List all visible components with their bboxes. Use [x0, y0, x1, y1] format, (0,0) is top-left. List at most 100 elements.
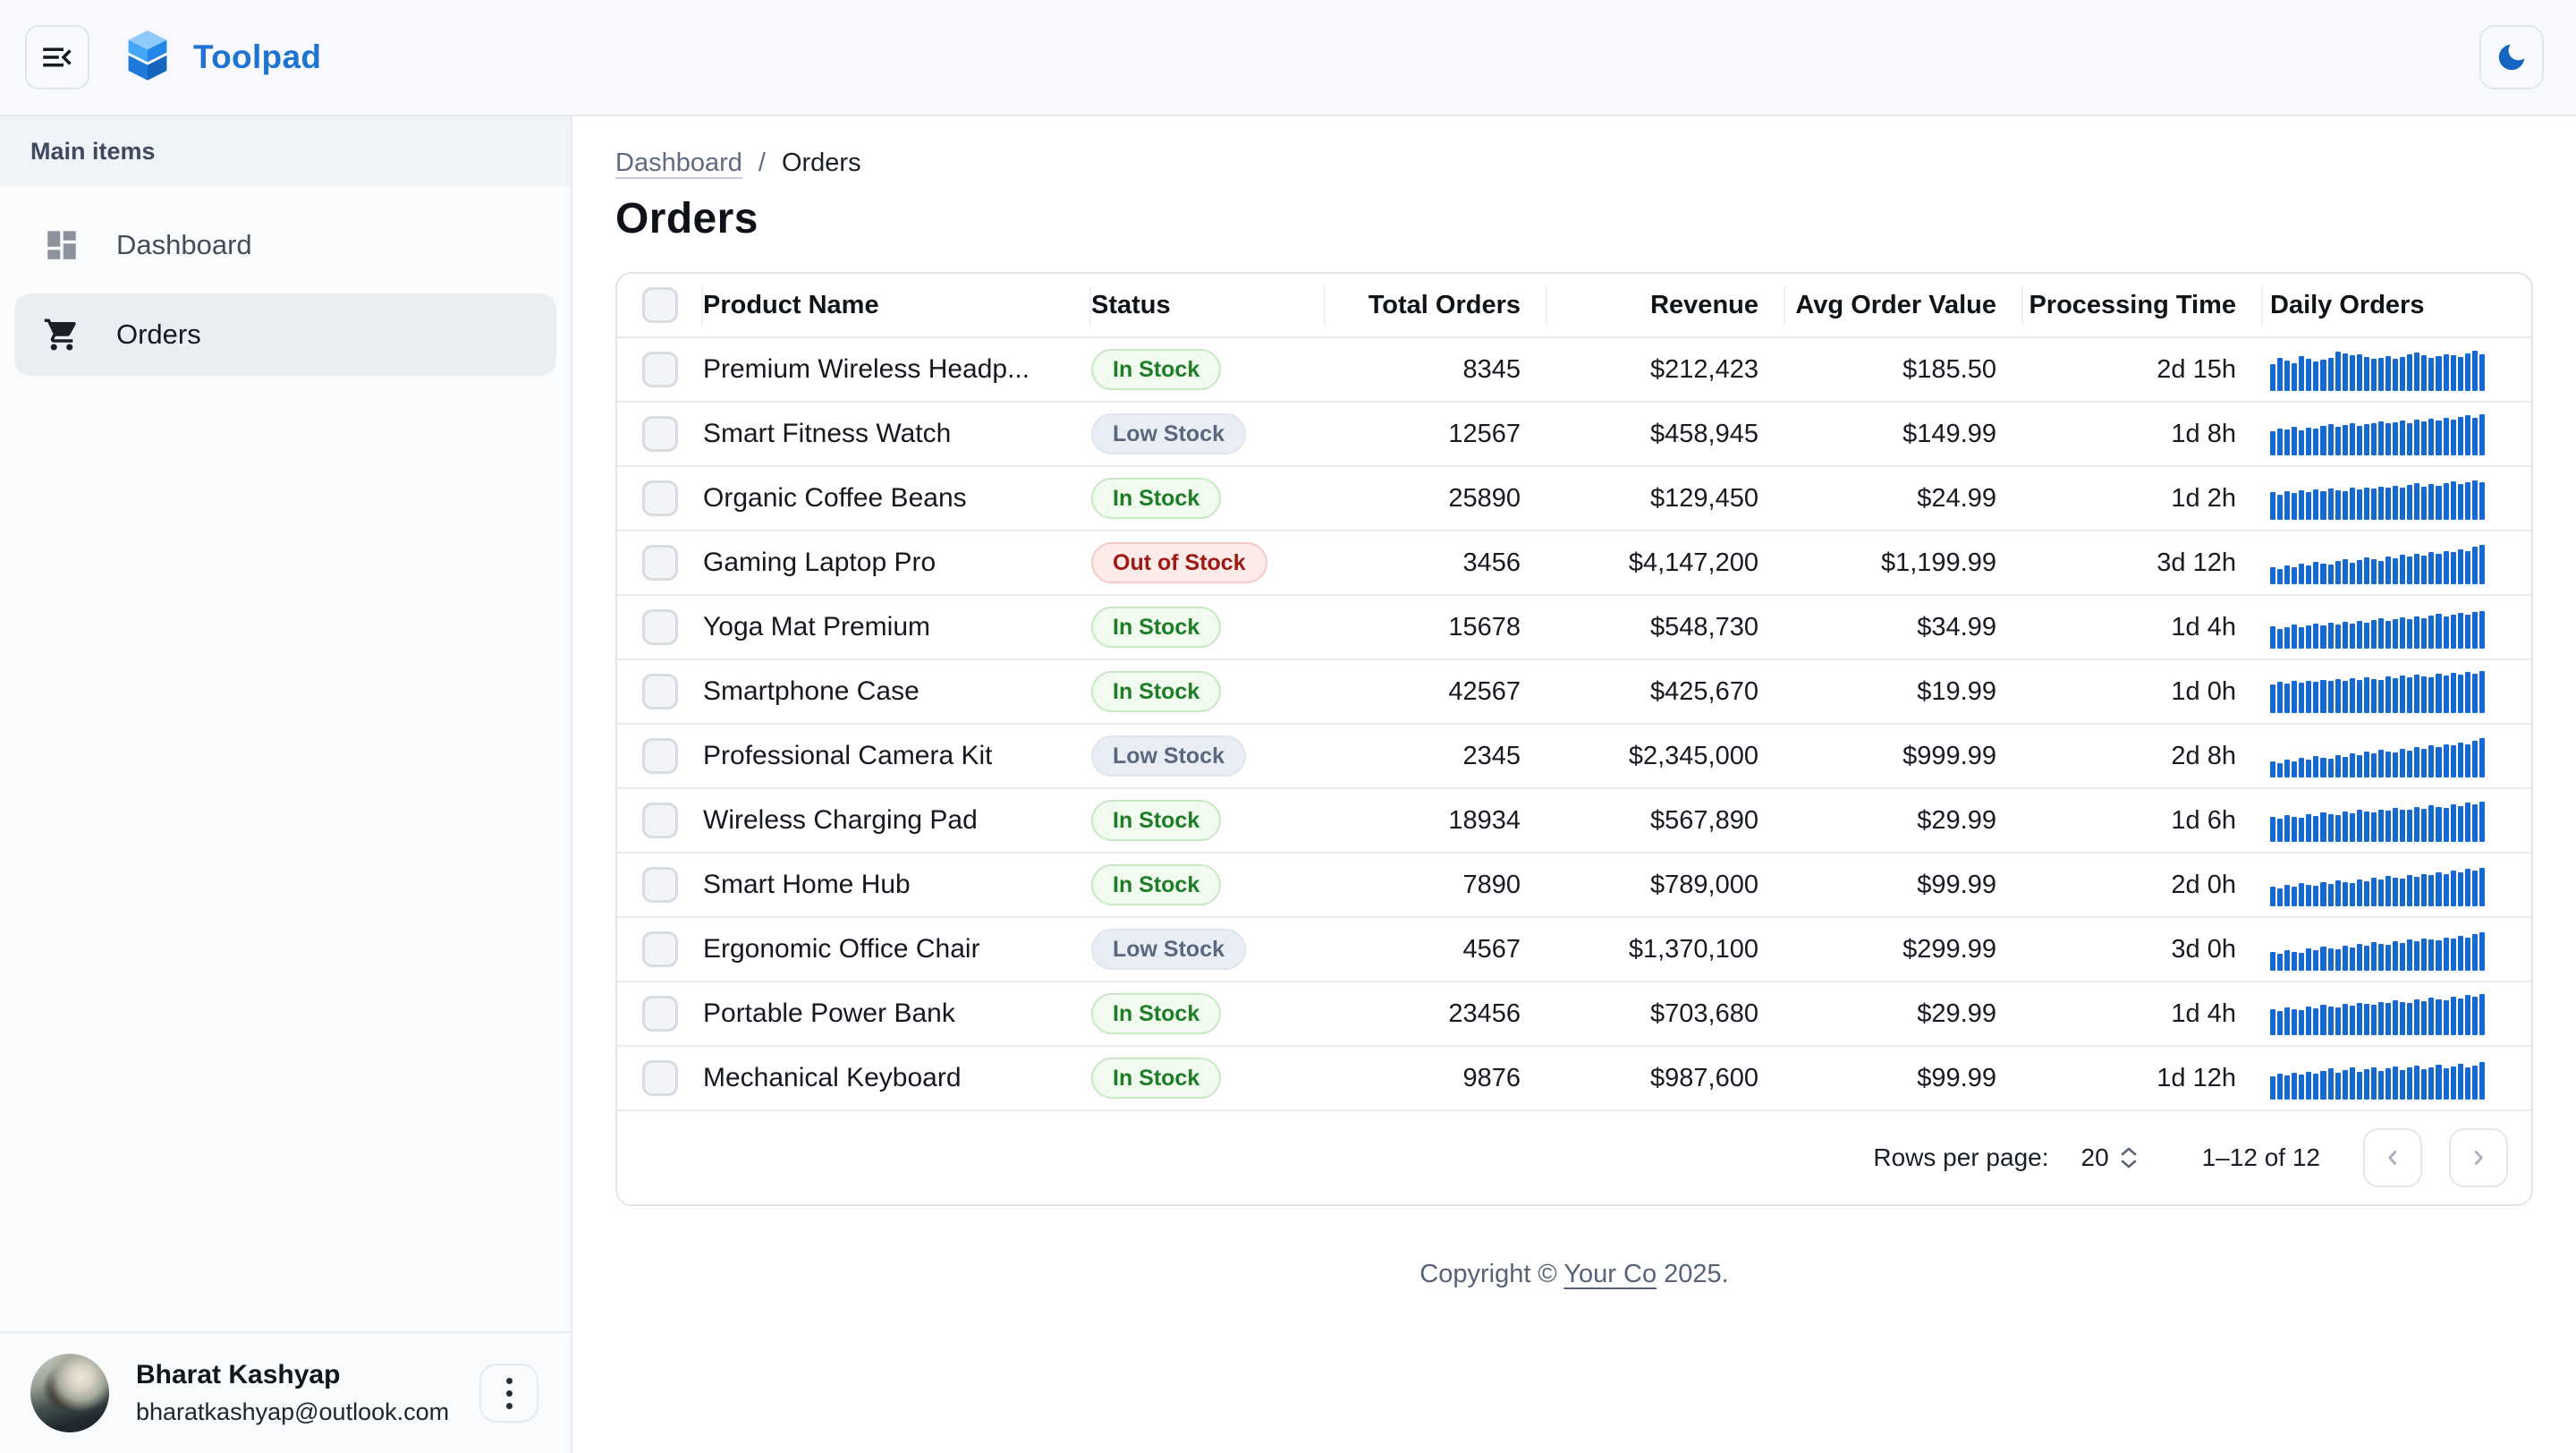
status-badge: In Stock — [1091, 1058, 1221, 1099]
theme-toggle-button[interactable] — [2479, 25, 2544, 89]
table-row[interactable]: Premium Wireless Headp... In Stock 8345 … — [617, 338, 2531, 403]
spark-bar — [2385, 356, 2391, 391]
revenue-value: $567,890 — [1547, 806, 1785, 836]
row-checkbox[interactable] — [642, 931, 678, 967]
spark-bar — [2479, 1062, 2485, 1100]
spark-bar — [2428, 677, 2434, 713]
row-checkbox[interactable] — [642, 480, 678, 516]
column-header-product-name[interactable]: Product Name — [703, 274, 1091, 336]
row-checkbox[interactable] — [642, 1060, 678, 1096]
column-header-daily-orders[interactable]: Daily Orders — [2263, 274, 2531, 336]
revenue-value: $2,345,000 — [1547, 742, 1785, 771]
table-row[interactable]: Organic Coffee Beans In Stock 25890 $129… — [617, 467, 2531, 531]
user-name: Bharat Kashyap — [136, 1360, 449, 1390]
sidebar-collapse-button[interactable] — [25, 25, 89, 89]
spark-bar — [2393, 678, 2398, 713]
spark-bar — [2270, 952, 2275, 971]
daily-orders-sparkline — [2270, 477, 2485, 520]
row-checkbox[interactable] — [642, 674, 678, 710]
column-header-total-orders[interactable]: Total Orders — [1326, 274, 1547, 336]
column-header-revenue[interactable]: Revenue — [1547, 274, 1785, 336]
spark-bar — [2407, 557, 2412, 584]
column-header-processing-time[interactable]: Processing Time — [2023, 274, 2263, 336]
revenue-value: $1,370,100 — [1547, 935, 1785, 964]
company-link[interactable]: Your Co — [1563, 1260, 1657, 1288]
table-row[interactable]: Ergonomic Office Chair Low Stock 4567 $1… — [617, 918, 2531, 982]
processing-time-value: 3d 0h — [2023, 935, 2263, 964]
spark-bar — [2393, 1000, 2398, 1035]
table-row[interactable]: Wireless Charging Pad In Stock 18934 $56… — [617, 789, 2531, 854]
spark-bar — [2343, 425, 2348, 455]
spark-bar — [2444, 616, 2449, 649]
moon-icon — [2495, 40, 2529, 74]
product-name-cell: Wireless Charging Pad — [703, 805, 1091, 836]
row-checkbox-cell — [617, 931, 703, 967]
spark-bar — [2444, 676, 2449, 713]
column-header-status[interactable]: Status — [1091, 274, 1326, 336]
spark-bar — [2378, 618, 2384, 649]
row-checkbox[interactable] — [642, 803, 678, 838]
spark-bar — [2465, 869, 2470, 906]
next-page-button[interactable] — [2449, 1128, 2508, 1187]
column-header-avg-order-value[interactable]: Avg Order Value — [1785, 274, 2023, 336]
spark-bar — [2414, 554, 2419, 584]
table-row[interactable]: Portable Power Bank In Stock 23456 $703,… — [617, 982, 2531, 1047]
row-checkbox-cell — [617, 609, 703, 645]
spark-bar — [2299, 683, 2304, 713]
row-checkbox[interactable] — [642, 738, 678, 774]
processing-time-value: 1d 4h — [2023, 999, 2263, 1029]
daily-orders-cell — [2263, 541, 2531, 584]
spark-bar — [2421, 939, 2427, 971]
app-header: Toolpad — [0, 0, 2576, 116]
rows-per-page-spinner[interactable] — [2120, 1146, 2138, 1169]
table-row[interactable]: Yoga Mat Premium In Stock 15678 $548,730… — [617, 596, 2531, 660]
spark-bar — [2414, 675, 2419, 713]
breadcrumb-dashboard-link[interactable]: Dashboard — [615, 149, 742, 178]
table-row[interactable]: Professional Camera Kit Low Stock 2345 $… — [617, 725, 2531, 789]
spark-bar — [2292, 363, 2297, 391]
spark-bar — [2328, 565, 2334, 584]
row-checkbox[interactable] — [642, 996, 678, 1032]
spark-bar — [2313, 562, 2318, 584]
avg-order-value: $24.99 — [1785, 484, 2023, 514]
spark-bar — [2270, 1076, 2275, 1100]
avg-order-value: $19.99 — [1785, 677, 2023, 707]
rows-per-page-select[interactable]: 20 — [2081, 1143, 2109, 1172]
row-checkbox[interactable] — [642, 416, 678, 452]
table-row[interactable]: Gaming Laptop Pro Out of Stock 3456 $4,1… — [617, 531, 2531, 596]
spark-bar — [2299, 883, 2304, 906]
select-all-checkbox[interactable] — [642, 287, 678, 323]
previous-page-button[interactable] — [2363, 1128, 2422, 1187]
user-menu-button[interactable] — [479, 1364, 538, 1423]
row-checkbox[interactable] — [642, 609, 678, 645]
spark-bar — [2436, 807, 2441, 842]
row-checkbox[interactable] — [642, 867, 678, 903]
spark-bar — [2313, 756, 2318, 777]
status-cell: In Stock — [1091, 607, 1326, 648]
spark-bar — [2284, 760, 2290, 777]
daily-orders-cell — [2263, 735, 2531, 777]
spark-bar — [2400, 1070, 2405, 1100]
total-orders-value: 4567 — [1326, 935, 1547, 964]
spark-bar — [2350, 624, 2355, 649]
spark-bar — [2393, 359, 2398, 391]
spark-bar — [2292, 427, 2297, 455]
processing-time-value: 2d 15h — [2023, 355, 2263, 385]
row-checkbox[interactable] — [642, 545, 678, 581]
spark-bar — [2350, 355, 2355, 391]
chevron-left-icon — [2381, 1146, 2404, 1169]
spark-bar — [2320, 947, 2326, 971]
spark-bar — [2320, 564, 2326, 584]
spark-bar — [2414, 353, 2419, 391]
spark-bar — [2343, 1070, 2348, 1100]
spark-bar — [2328, 424, 2334, 455]
table-row[interactable]: Smart Fitness Watch Low Stock 12567 $458… — [617, 403, 2531, 467]
row-checkbox[interactable] — [642, 352, 678, 387]
sidebar-item-orders[interactable]: Orders — [14, 293, 556, 376]
table-row[interactable]: Smartphone Case In Stock 42567 $425,670 … — [617, 660, 2531, 725]
sidebar-item-dashboard[interactable]: Dashboard — [14, 204, 556, 286]
spark-bar — [2343, 622, 2348, 649]
table-row[interactable]: Smart Home Hub In Stock 7890 $789,000 $9… — [617, 854, 2531, 918]
spark-bar — [2479, 932, 2485, 971]
table-row[interactable]: Mechanical Keyboard In Stock 9876 $987,6… — [617, 1047, 2531, 1111]
